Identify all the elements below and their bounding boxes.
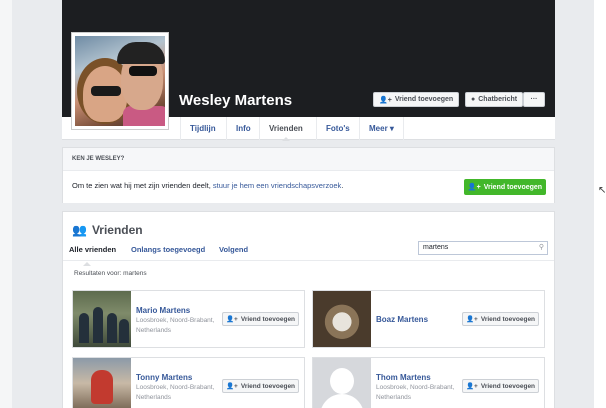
add-friend-icon: 👤+ — [225, 383, 238, 390]
know-heading: KEN JE WESLEY? — [72, 156, 125, 162]
messenger-icon: ● — [471, 96, 476, 103]
more-options-button[interactable]: ··· — [523, 92, 545, 107]
subtab-all-friends[interactable]: Alle vrienden — [69, 245, 116, 266]
tab-more[interactable]: Meer ▾ — [359, 117, 404, 140]
friend-name[interactable]: Thom Martens — [376, 373, 431, 382]
friend-name[interactable]: Mario Martens — [136, 306, 190, 315]
add-friend-label: Vriend toevoegen — [394, 96, 454, 103]
know-text-main: Om te zien wat hij met zijn vrienden dee… — [72, 181, 213, 190]
mouse-cursor-icon: ↖ — [598, 185, 606, 196]
message-button[interactable]: ● Chatbericht — [465, 92, 524, 107]
subtab-following[interactable]: Volgend — [219, 245, 248, 254]
add-friend-label: Vriend toevoegen — [480, 315, 536, 323]
search-value: martens — [423, 244, 449, 251]
tab-timeline[interactable]: Tijdlijn — [180, 117, 225, 140]
add-friend-green-label: Vriend toevoegen — [483, 183, 543, 191]
tab-info[interactable]: Info — [226, 117, 260, 140]
results-label: Resultaten voor: martens — [74, 270, 147, 277]
friend-card: Boaz Martens 👤+ Vriend toevoegen — [312, 290, 545, 348]
friends-heading: 👥 Vrienden — [72, 223, 143, 237]
friend-location: Loosbroek, Noord-Brabant, Netherlands — [376, 384, 455, 401]
add-friend-icon: 👤+ — [467, 184, 481, 191]
friend-location: Loosbroek, Noord-Brabant, Netherlands — [136, 317, 215, 334]
add-friend-label: Vriend toevoegen — [240, 315, 296, 323]
friend-photo[interactable] — [313, 291, 371, 347]
profile-name[interactable]: Wesley Martens — [179, 92, 292, 109]
more-dots-icon: ··· — [530, 96, 538, 103]
add-friend-button[interactable]: 👤+ Vriend toevoegen — [462, 379, 539, 393]
know-body: Om te zien wat hij met zijn vrienden dee… — [63, 170, 554, 203]
friend-request-link[interactable]: stuur je hem een vriendschapsverzoek — [213, 181, 341, 190]
friends-icon: 👥 — [72, 223, 87, 237]
profile-column: Wesley Martens 👤+ Vriend toevoegen ● Cha… — [62, 0, 555, 408]
search-icon[interactable]: ⚲ — [539, 243, 544, 251]
friend-card: Mario Martens Loosbroek, Noord-Brabant, … — [72, 290, 305, 348]
left-margin — [0, 0, 12, 408]
know-text: Om te zien wat hij met zijn vrienden dee… — [72, 181, 343, 190]
know-person-box: KEN JE WESLEY? Om te zien wat hij met zi… — [62, 147, 555, 203]
friend-card: Thom Martens Loosbroek, Noord-Brabant, N… — [312, 357, 545, 408]
friend-location: Loosbroek, Noord-Brabant, Netherlands — [136, 384, 215, 401]
profile-picture[interactable] — [71, 32, 169, 130]
friend-photo[interactable] — [73, 291, 131, 347]
friend-photo[interactable] — [73, 358, 131, 408]
right-margin — [594, 0, 606, 408]
add-friend-button[interactable]: 👤+ Vriend toevoegen — [462, 312, 539, 326]
tab-photos[interactable]: Foto's — [316, 117, 359, 140]
friends-panel: 👥 Vrienden Alle vrienden Onlangs toegevo… — [62, 211, 555, 408]
friend-card: Tonny Martens Loosbroek, Noord-Brabant, … — [72, 357, 305, 408]
tab-friends[interactable]: Vrienden — [259, 117, 312, 141]
friend-name[interactable]: Boaz Martens — [376, 315, 428, 324]
friends-search-input[interactable]: martens ⚲ — [418, 241, 548, 255]
divider — [63, 260, 554, 261]
profile-photo — [75, 36, 165, 126]
add-friend-icon: 👤+ — [465, 316, 478, 323]
add-friend-button[interactable]: 👤+ Vriend toevoegen — [222, 379, 299, 393]
add-friend-label: Vriend toevoegen — [480, 382, 536, 390]
default-avatar[interactable] — [313, 358, 371, 408]
know-text-end: . — [341, 181, 344, 190]
add-friend-label: Vriend toevoegen — [240, 382, 296, 390]
add-friend-button[interactable]: 👤+ Vriend toevoegen — [222, 312, 299, 326]
add-friend-icon: 👤+ — [225, 316, 238, 323]
add-friend-icon: 👤+ — [379, 96, 392, 104]
message-label: Chatbericht — [478, 96, 518, 103]
add-friend-button[interactable]: 👤+ Vriend toevoegen — [373, 92, 460, 107]
friend-name[interactable]: Tonny Martens — [136, 373, 192, 382]
subtab-recently-added[interactable]: Onlangs toegevoegd — [131, 245, 205, 254]
add-friend-green-button[interactable]: 👤+ Vriend toevoegen — [464, 179, 546, 195]
add-friend-icon: 👤+ — [465, 383, 478, 390]
friends-title[interactable]: Vrienden — [92, 223, 143, 237]
